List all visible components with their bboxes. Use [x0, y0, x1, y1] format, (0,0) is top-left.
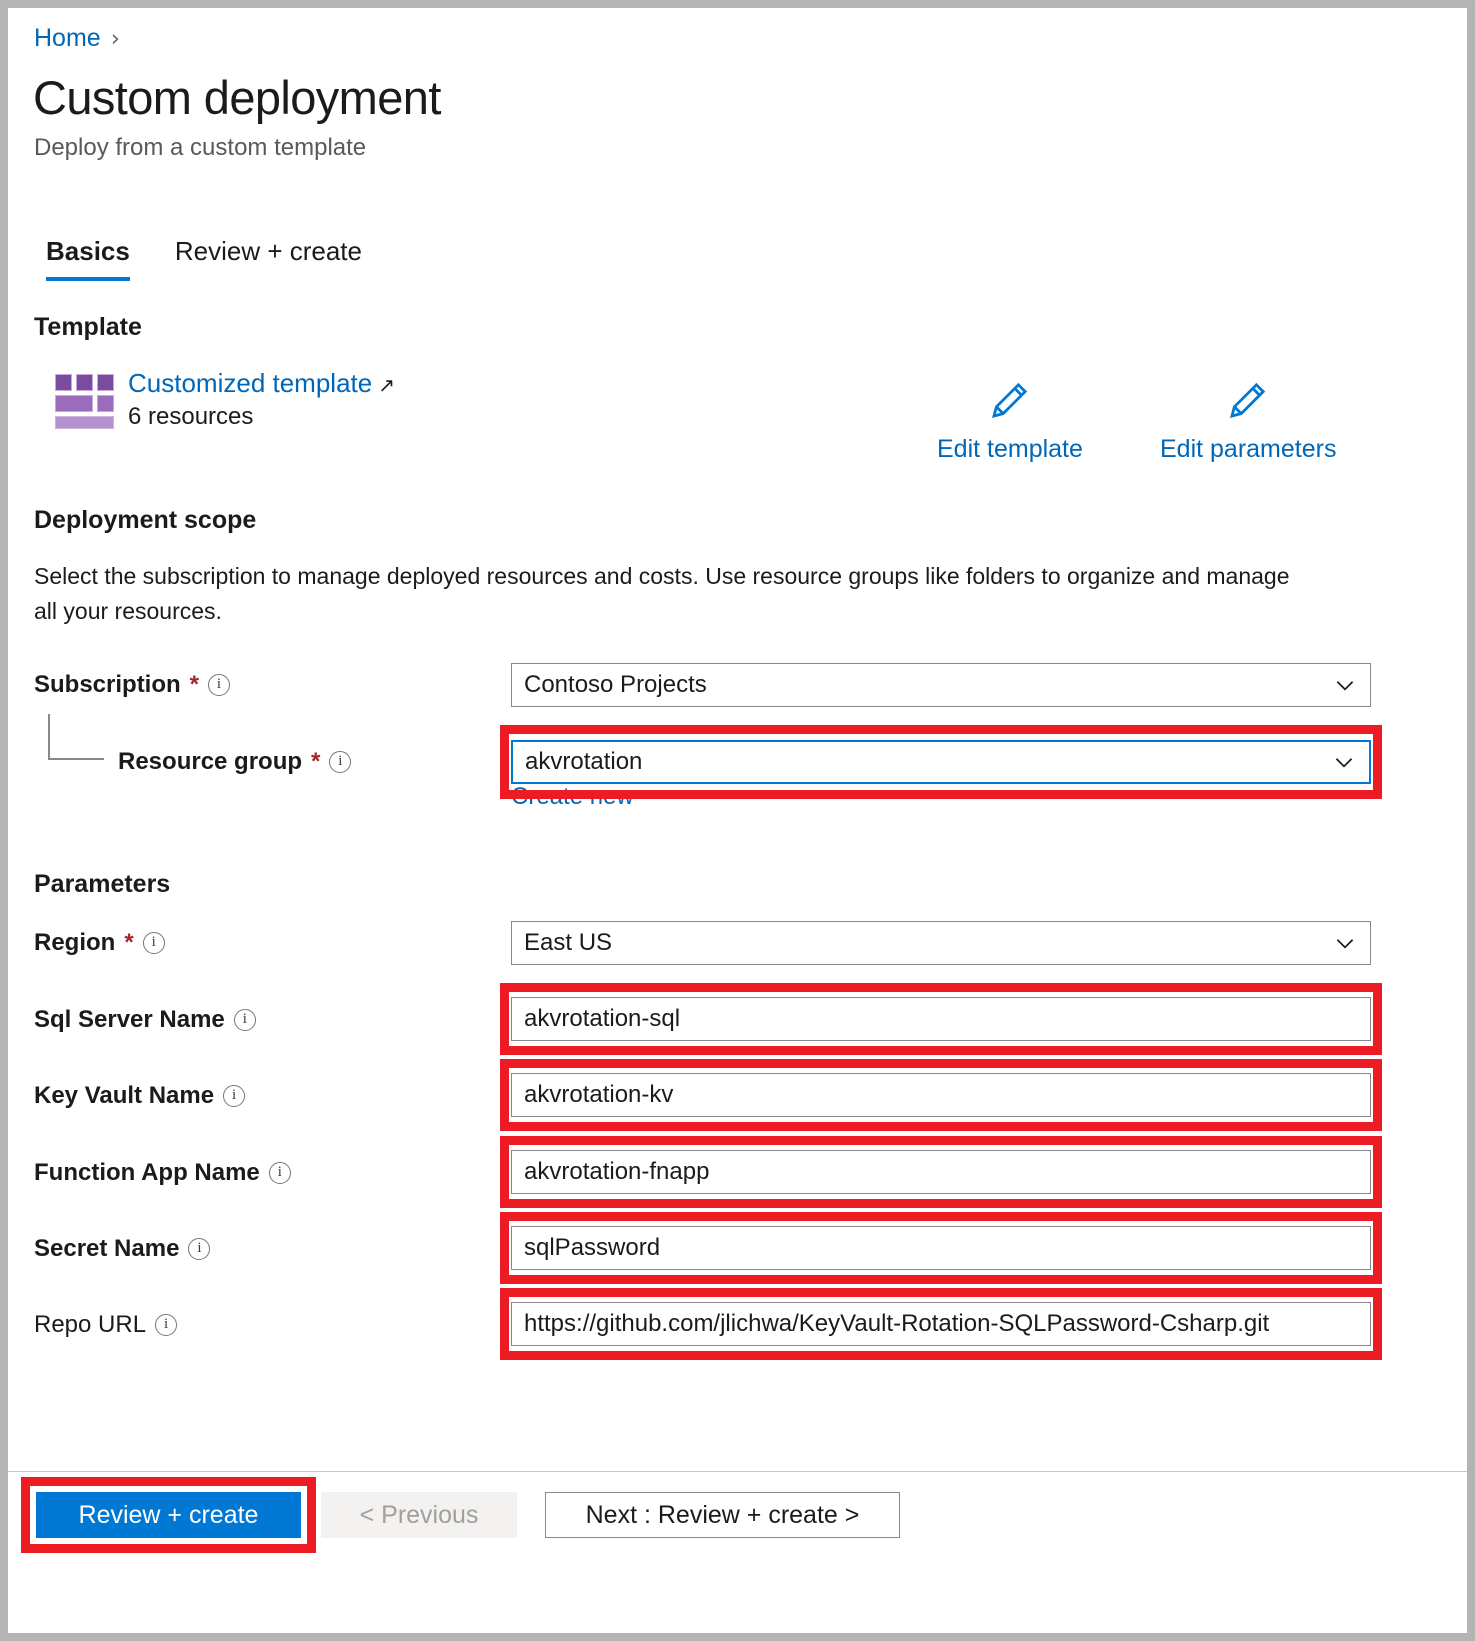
sql-server-name-input[interactable]: akvrotation-sql — [511, 997, 1371, 1041]
info-icon[interactable]: i — [268, 1162, 291, 1184]
info-icon[interactable]: i — [329, 751, 352, 773]
info-icon[interactable]: i — [223, 1085, 246, 1107]
function-app-name-label-text: Function App Name — [34, 1159, 260, 1186]
next-review-create-button[interactable]: Next : Review + create > — [545, 1492, 900, 1538]
info-icon[interactable]: i — [188, 1238, 211, 1260]
template-resource-count: 6 resources — [128, 403, 254, 430]
key-vault-name-input[interactable]: akvrotation-kv — [511, 1073, 1371, 1117]
template-grid-icon — [55, 374, 114, 429]
chevron-down-icon — [1332, 930, 1358, 956]
customized-template-link[interactable]: Customized template ↗ — [128, 368, 395, 399]
chevron-right-icon: › — [110, 25, 120, 52]
info-icon[interactable]: i — [155, 1314, 178, 1336]
secret-name-input[interactable]: sqlPassword — [511, 1226, 1371, 1270]
secret-name-value: sqlPassword — [524, 1234, 661, 1261]
page-subtitle: Deploy from a custom template — [34, 134, 367, 161]
breadcrumb-home-link[interactable]: Home — [34, 24, 101, 53]
custom-deployment-blade: Home › Custom deployment Deploy from a c… — [8, 8, 1467, 1633]
tab-basics-label: Basics — [46, 236, 130, 266]
edit-template-button[interactable]: Edit template — [937, 376, 1083, 464]
region-label: Region * i — [34, 929, 165, 957]
subscription-label: Subscription * i — [34, 671, 231, 699]
pencil-icon — [1224, 376, 1272, 429]
resource-group-label: Resource group * i — [118, 748, 352, 776]
region-label-text: Region — [34, 929, 116, 956]
subscription-dropdown[interactable]: Contoso Projects — [511, 663, 1371, 707]
key-vault-name-label-text: Key Vault Name — [34, 1082, 215, 1109]
resource-group-value: akvrotation — [525, 748, 643, 775]
required-marker: * — [311, 748, 321, 775]
resource-group-label-text: Resource group — [118, 748, 303, 775]
secret-name-label: Secret Name i — [34, 1235, 211, 1263]
previous-button: < Previous — [321, 1492, 517, 1538]
required-marker: * — [189, 671, 200, 698]
parameters-heading: Parameters — [34, 870, 171, 898]
scope-tree-connector — [48, 714, 104, 760]
edit-parameters-label: Edit parameters — [1160, 435, 1337, 463]
key-vault-name-label: Key Vault Name i — [34, 1082, 246, 1110]
tab-review-create[interactable]: Review + create — [175, 236, 362, 281]
info-icon[interactable]: i — [233, 1009, 256, 1031]
required-marker: * — [124, 929, 134, 956]
template-section-heading: Template — [34, 313, 142, 341]
page-title: Custom deployment — [33, 71, 441, 124]
customized-template-label: Customized template — [128, 368, 373, 398]
function-app-name-input[interactable]: akvrotation-fnapp — [511, 1150, 1371, 1194]
subscription-label-text: Subscription — [34, 671, 181, 698]
create-new-resource-group-link[interactable]: Create new — [511, 783, 634, 811]
sql-server-name-label-text: Sql Server Name — [34, 1006, 225, 1033]
breadcrumb: Home › — [34, 24, 120, 53]
subscription-value: Contoso Projects — [524, 671, 707, 698]
tab-review-create-label: Review + create — [174, 236, 362, 266]
info-icon[interactable]: i — [142, 932, 165, 954]
tab-basics[interactable]: Basics — [46, 236, 130, 281]
repo-url-label: Repo URL i — [34, 1311, 178, 1339]
region-dropdown[interactable]: East US — [511, 921, 1371, 965]
function-app-name-value: akvrotation-fnapp — [524, 1158, 710, 1185]
deployment-scope-description: Select the subscription to manage deploy… — [34, 563, 1290, 624]
resource-group-dropdown[interactable]: akvrotation — [511, 740, 1371, 784]
region-value: East US — [524, 929, 613, 956]
review-create-button[interactable]: Review + create — [36, 1492, 301, 1538]
sql-server-name-value: akvrotation-sql — [524, 1005, 681, 1032]
key-vault-name-value: akvrotation-kv — [524, 1081, 674, 1108]
deployment-scope-heading: Deployment scope — [34, 506, 257, 534]
sql-server-name-label: Sql Server Name i — [34, 1006, 256, 1034]
edit-parameters-button[interactable]: Edit parameters — [1160, 376, 1336, 464]
external-link-icon: ↗ — [378, 375, 395, 397]
info-icon[interactable]: i — [208, 674, 231, 696]
footer-divider — [8, 1471, 1467, 1472]
function-app-name-label: Function App Name i — [34, 1159, 291, 1187]
tab-bar: Basics Review + create — [46, 236, 362, 281]
pencil-icon — [986, 376, 1034, 429]
chevron-down-icon — [1332, 672, 1358, 698]
repo-url-label-text: Repo URL — [34, 1311, 147, 1338]
edit-template-label: Edit template — [937, 435, 1083, 463]
chevron-down-icon — [1331, 749, 1357, 775]
secret-name-label-text: Secret Name — [34, 1235, 180, 1262]
repo-url-input[interactable]: https://github.com/jlichwa/KeyVault-Rota… — [511, 1302, 1371, 1346]
repo-url-value: https://github.com/jlichwa/KeyVault-Rota… — [524, 1310, 1270, 1337]
